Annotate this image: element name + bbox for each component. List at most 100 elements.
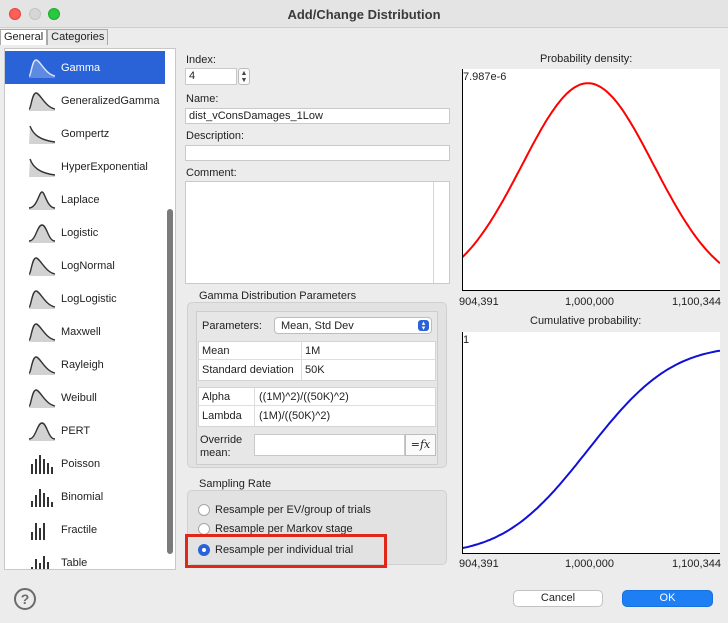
help-button[interactable]: ?	[14, 588, 36, 610]
cumulative-chart	[461, 332, 721, 554]
distribution-item[interactable]: Rayleigh	[5, 348, 165, 381]
override-label-line1: Override	[200, 434, 243, 446]
description-label: Description:	[186, 130, 245, 142]
cumulative-y-axis	[462, 332, 463, 554]
distribution-item[interactable]: HyperExponential	[5, 150, 165, 183]
distribution-item[interactable]: Poisson	[5, 447, 165, 480]
table-row[interactable]: Lambda (1M)/((50K)^2)	[199, 407, 435, 425]
distribution-item[interactable]: Weibull	[5, 381, 165, 414]
ok-button[interactable]: OK	[622, 590, 713, 607]
distribution-list: Gamma GeneralizedGamma Gompertz HyperExpone…	[4, 48, 176, 570]
tab-general[interactable]: General	[0, 29, 48, 45]
distribution-label: GeneralizedGamma	[61, 94, 160, 107]
radio-button[interactable]	[198, 504, 210, 516]
window-title: Add/Change Distribution	[287, 7, 441, 22]
rayleigh-curve-icon	[28, 355, 56, 375]
distribution-label: Binomial	[61, 490, 104, 503]
cumulative-x-axis	[462, 553, 720, 554]
radio-resample-ev[interactable]: Resample per EV/group of trials	[198, 502, 371, 518]
hyperexponential-curve-icon	[29, 158, 56, 177]
distribution-label: Gompertz	[61, 127, 110, 140]
density-chart-title: Probability density:	[540, 53, 633, 65]
distribution-label: Weibull	[61, 391, 97, 404]
radio-label: Resample per EV/group of trials	[215, 504, 371, 516]
comment-scrollbar-track	[433, 182, 434, 283]
distribution-label: Laplace	[61, 193, 100, 206]
comment-field[interactable]	[185, 181, 450, 284]
title-bar: Add/Change Distribution	[0, 0, 728, 28]
param-name: Mean	[202, 345, 230, 357]
chevron-up-icon: ▲	[240, 70, 248, 77]
distribution-item[interactable]: Gamma	[5, 51, 165, 84]
table-bars-icon	[31, 555, 49, 569]
distribution-item[interactable]: Fractile	[5, 513, 165, 546]
index-label: Index:	[186, 54, 216, 66]
description-field[interactable]	[185, 145, 450, 161]
fractile-bars-icon	[31, 522, 45, 540]
table-row[interactable]: Mean 1M	[199, 342, 435, 360]
density-y-axis	[462, 69, 463, 291]
name-field[interactable]: dist_vConsDamages_1Low	[185, 108, 450, 124]
distribution-item[interactable]: Binomial	[5, 480, 165, 513]
param-value[interactable]: ((1M)^2)/((50K)^2)	[259, 391, 349, 403]
poisson-bars-icon	[31, 454, 53, 474]
cumulative-chart-title: Cumulative probability:	[530, 315, 642, 327]
density-x-axis	[462, 290, 720, 291]
parameters-select[interactable]: Mean, Std Dev ▴ ▾	[274, 317, 432, 334]
distribution-label: Table	[61, 556, 88, 569]
param-name: Standard deviation	[202, 364, 294, 376]
distribution-label: Gamma	[61, 61, 101, 74]
cumulative-chart-svg	[461, 349, 721, 550]
gamma-curve-icon	[28, 58, 56, 78]
table-row[interactable]: Alpha ((1M)^2)/((50K)^2)	[199, 388, 435, 406]
distribution-label: LogNormal	[61, 259, 115, 272]
density-chart	[461, 69, 721, 291]
input-params-table: Mean 1M Standard deviation 50K	[198, 341, 436, 381]
distribution-label: Fractile	[61, 523, 98, 536]
distribution-item[interactable]: Maxwell	[5, 315, 165, 348]
param-value[interactable]: (1M)/((50K)^2)	[259, 410, 330, 422]
parameters-label: Parameters:	[202, 320, 262, 332]
tab-bar: General Categories	[0, 29, 109, 45]
density-x-tick: 1,100,344	[672, 296, 721, 308]
distribution-item[interactable]: LogNormal	[5, 249, 165, 282]
tab-categories[interactable]: Categories	[47, 29, 109, 45]
binomial-bars-icon	[31, 488, 53, 507]
distribution-item[interactable]: Logistic	[5, 216, 165, 249]
cumulative-x-tick: 904,391	[459, 558, 499, 570]
pert-curve-icon	[28, 421, 56, 441]
logistic-curve-icon	[28, 223, 56, 243]
param-name: Alpha	[202, 391, 231, 403]
fx-icon: =fx	[410, 438, 431, 451]
index-field[interactable]: 4	[185, 68, 237, 85]
distribution-label: Rayleigh	[61, 358, 104, 371]
lognormal-curve-icon	[28, 256, 56, 276]
cumulative-x-tick: 1,100,344	[672, 558, 721, 570]
distribution-list-scrollbar[interactable]	[167, 209, 173, 554]
cumulative-x-tick: 1,000,000	[565, 558, 614, 570]
distribution-item[interactable]: Laplace	[5, 183, 165, 216]
override-mean-field[interactable]	[254, 434, 405, 456]
distribution-label: PERT	[61, 424, 91, 437]
formula-button[interactable]: =fx	[405, 434, 436, 456]
name-label: Name:	[186, 93, 219, 105]
distribution-label: HyperExponential	[61, 160, 148, 173]
table-row[interactable]: Standard deviation 50K	[199, 361, 435, 379]
param-value[interactable]: 50K	[305, 364, 325, 376]
cancel-button[interactable]: Cancel	[513, 590, 603, 607]
distribution-item[interactable]: PERT	[5, 414, 165, 447]
comment-label: Comment:	[186, 167, 237, 179]
distribution-item[interactable]: Gompertz	[5, 117, 165, 150]
distribution-item[interactable]: Table	[5, 546, 165, 569]
maxwell-curve-icon	[28, 322, 56, 342]
override-label-line2: mean:	[200, 447, 231, 459]
index-stepper[interactable]: ▲ ▼	[238, 68, 250, 85]
updown-chevron-icon: ▴ ▾	[418, 320, 429, 332]
gompertz-curve-icon	[29, 125, 56, 144]
distribution-item[interactable]: LogLogistic	[5, 282, 165, 315]
param-value[interactable]: 1M	[305, 345, 320, 357]
cumulative-y-max-label: 1	[463, 334, 470, 346]
laplace-curve-icon	[28, 190, 56, 210]
params-group-label: Gamma Distribution Parameters	[199, 290, 357, 302]
distribution-item[interactable]: GeneralizedGamma	[5, 84, 165, 117]
